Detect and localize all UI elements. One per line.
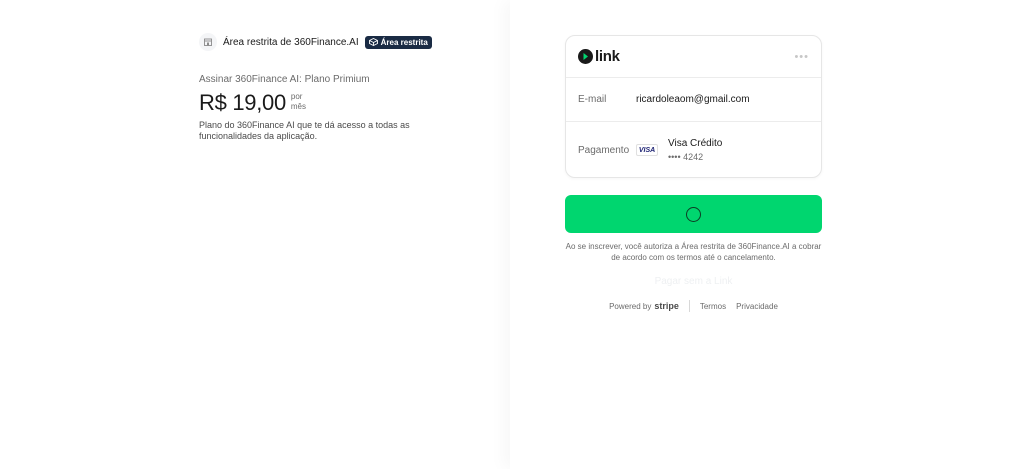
more-options-icon[interactable]: ••• xyxy=(794,51,809,63)
test-mode-badge: Área restrita xyxy=(364,35,432,49)
terms-text: Ao se inscrever, você autoriza a Área re… xyxy=(565,242,822,262)
badge-label: Área restrita xyxy=(380,37,428,47)
email-value: ricardoleaom@gmail.com xyxy=(636,94,750,105)
payment-method: Visa Crédito •••• 4242 xyxy=(668,138,722,162)
privacy-link[interactable]: Privacidade xyxy=(736,302,778,311)
price-row: R$ 19,00 por mês xyxy=(199,90,306,116)
email-row[interactable]: E-mail ricardoleaom@gmail.com xyxy=(566,78,821,122)
link-brand: link xyxy=(595,48,620,65)
interval-label: mês xyxy=(290,102,307,111)
card-name: Visa Crédito xyxy=(668,138,723,149)
email-label: E-mail xyxy=(578,94,607,105)
price-amount: R$ 19,00 xyxy=(199,90,286,115)
subscribe-button[interactable] xyxy=(565,195,822,233)
box-icon xyxy=(368,38,378,46)
payment-row[interactable]: Pagamento VISA Visa Crédito •••• 4242 xyxy=(566,122,821,178)
link-logo: link xyxy=(578,48,620,65)
card-last-digits: •••• 4242 xyxy=(668,152,704,162)
stripe-logo: stripe xyxy=(654,301,679,311)
footer-divider xyxy=(688,300,690,312)
powered-by-label: Powered by xyxy=(609,301,652,311)
footer: Powered by stripe Termos Privacidade xyxy=(565,300,822,312)
visa-card-icon: VISA xyxy=(636,144,658,156)
per-label: por xyxy=(290,92,303,101)
product-name: Assinar 360Finance AI: Plano Primium xyxy=(199,74,370,85)
product-description: Plano do 360Finance AI que te dá acesso … xyxy=(199,120,410,141)
store-icon xyxy=(199,33,217,51)
merchant-header[interactable]: Área restrita de 360Finance.AI Área rest… xyxy=(199,33,432,51)
terms-link[interactable]: Termos xyxy=(700,302,726,311)
link-card: link ••• E-mail ricardoleaom@gmail.com P… xyxy=(565,35,822,178)
payment-label: Pagamento xyxy=(578,144,630,156)
pay-without-link-button[interactable]: Pagar sem a Link xyxy=(565,276,822,287)
link-header: link ••• xyxy=(566,36,821,78)
loading-spinner-icon xyxy=(686,206,701,222)
powered-by-stripe[interactable]: Powered by stripe xyxy=(609,301,679,311)
link-arrow-icon xyxy=(578,49,593,64)
merchant-name: Área restrita de 360Finance.AI xyxy=(223,36,359,48)
order-summary-panel: Área restrita de 360Finance.AI Área rest… xyxy=(0,0,510,469)
billing-interval: por mês xyxy=(291,92,306,112)
